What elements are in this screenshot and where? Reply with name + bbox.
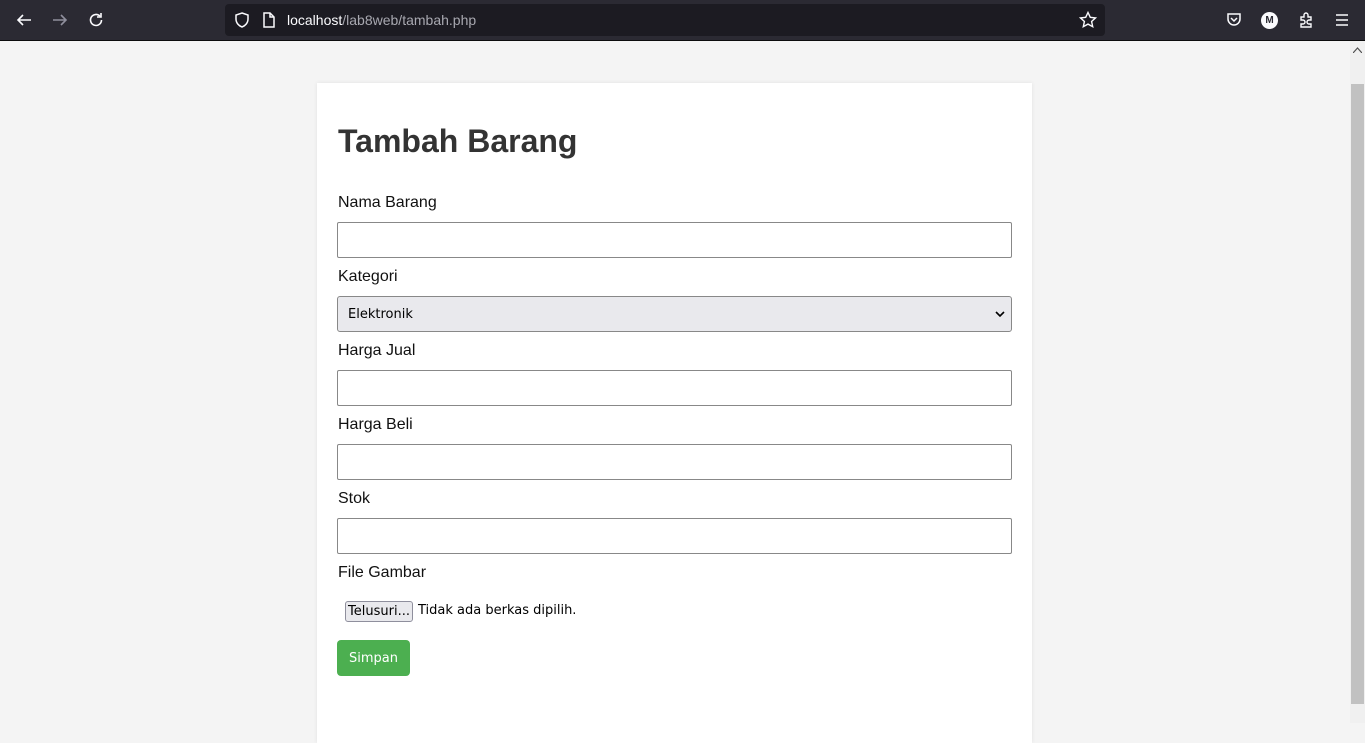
harga-jual-input[interactable]	[337, 370, 1012, 406]
chevron-down-icon	[995, 311, 1005, 318]
form-card: Tambah Barang Nama Barang Kategori Elekt…	[317, 83, 1032, 743]
nama-barang-label: Nama Barang	[338, 194, 437, 211]
extensions-button[interactable]	[1294, 8, 1318, 32]
url-host: localhost	[287, 12, 343, 28]
url-bar[interactable]: localhost/lab8web/tambah.php	[225, 4, 1105, 36]
url-text[interactable]: localhost/lab8web/tambah.php	[287, 12, 476, 28]
menu-icon	[1336, 14, 1348, 26]
nama-barang-input[interactable]	[337, 222, 1012, 258]
menu-button[interactable]	[1330, 8, 1354, 32]
simpan-button[interactable]: Simpan	[337, 640, 410, 676]
url-path: /lab8web/tambah.php	[342, 12, 477, 28]
scroll-thumb[interactable]	[1351, 84, 1364, 704]
browser-toolbar: localhost/lab8web/tambah.php M	[0, 0, 1365, 41]
reload-icon	[89, 13, 103, 27]
bookmark-star-icon[interactable]	[1079, 11, 1097, 29]
file-gambar-label: File Gambar	[338, 564, 427, 581]
scrollbar[interactable]	[1350, 41, 1365, 723]
kategori-select[interactable]: Elektronik	[337, 296, 1012, 332]
file-status-text: Tidak ada berkas dipilih.	[418, 603, 577, 618]
harga-beli-label: Harga Beli	[338, 416, 413, 433]
page-icon[interactable]	[261, 11, 277, 29]
reload-button[interactable]	[84, 8, 108, 32]
shield-icon[interactable]	[233, 11, 251, 29]
stok-label: Stok	[338, 490, 371, 507]
back-button[interactable]	[12, 8, 36, 32]
scroll-up-button[interactable]	[1350, 43, 1365, 57]
back-icon	[16, 14, 31, 26]
harga-jual-label: Harga Jual	[338, 342, 416, 359]
forward-icon	[53, 14, 68, 26]
kategori-label: Kategori	[338, 268, 398, 285]
pocket-icon	[1227, 13, 1241, 26]
page-title: Tambah Barang	[338, 123, 578, 159]
kategori-selected-value: Elektronik	[348, 307, 413, 322]
forward-button[interactable]	[48, 8, 72, 32]
extensions-icon	[1300, 12, 1312, 28]
file-browse-button[interactable]: Telusuri...	[345, 601, 413, 622]
stok-input[interactable]	[337, 518, 1012, 554]
pocket-button[interactable]	[1222, 8, 1246, 32]
scroll-up-icon	[1353, 47, 1362, 53]
account-icon[interactable]: M	[1261, 12, 1278, 29]
harga-beli-input[interactable]	[337, 444, 1012, 480]
